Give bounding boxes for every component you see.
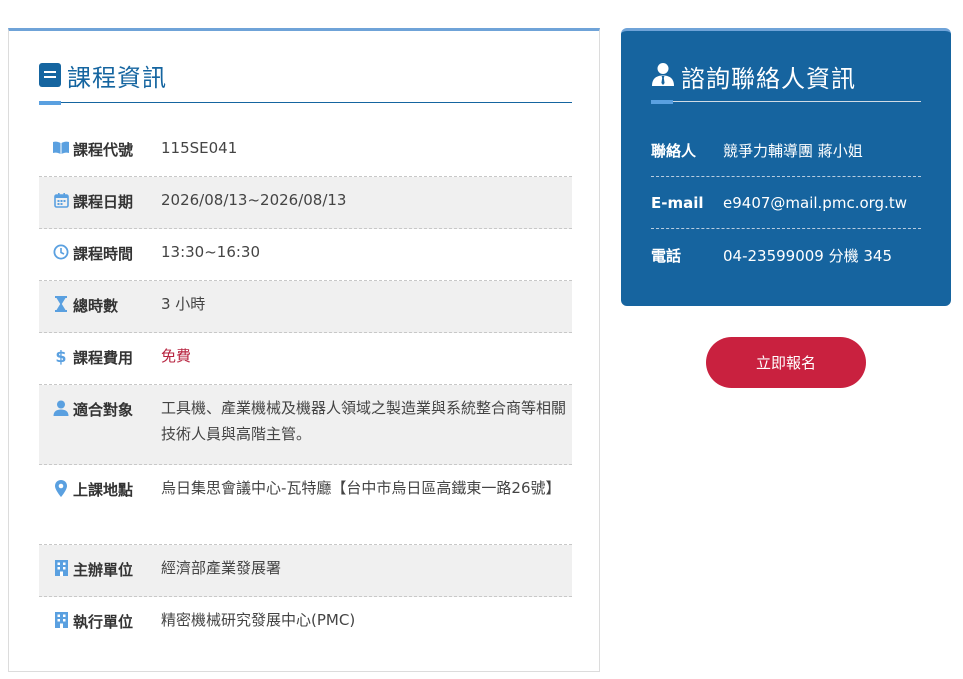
row-course-date: 課程日期 2026/08/13~2026/08/13 — [39, 177, 572, 229]
contact-person-icon — [651, 62, 675, 90]
course-info-header: 課程資訊 — [39, 59, 167, 92]
course-code-value: 115SE041 — [161, 139, 238, 157]
row-course-fee: $ 課程費用 免費 — [39, 333, 572, 385]
contact-row-name: 聯絡人 競爭力輔導團 蔣小姐 — [651, 125, 921, 177]
course-date-value: 2026/08/13~2026/08/13 — [161, 191, 347, 209]
clock-icon — [52, 243, 70, 261]
register-now-button[interactable]: 立即報名 — [706, 337, 866, 388]
map-pin-icon — [52, 479, 70, 497]
contact-table: 聯絡人 競爭力輔導團 蔣小姐 E-mail e9407@mail.pmc.org… — [651, 125, 921, 281]
row-label: 適合對象 — [73, 401, 134, 419]
contact-row-email: E-mail e9407@mail.pmc.org.tw — [651, 177, 921, 229]
row-location: 上課地點 烏日集思會議中心-瓦特廳【台中市烏日區高鐵東一路26號】 — [39, 465, 572, 545]
course-fee-value: 免費 — [161, 347, 192, 365]
target-audience-value: 工具機、產業機械及機器人領域之製造業與系統整合商等相關技術人員與高階主管。 — [161, 399, 567, 443]
building-icon — [52, 611, 70, 629]
course-info-table: 課程代號 115SE041 課程日期 2026/08/13~2026/08/13… — [39, 125, 572, 649]
total-hours-value: 3 小時 — [161, 295, 206, 313]
contact-title: 諮詢聯絡人資訊 — [681, 64, 856, 93]
hourglass-icon — [52, 295, 70, 313]
open-book-icon — [52, 139, 70, 157]
dollar-icon: $ — [55, 346, 67, 366]
contact-label: 電話 — [651, 246, 682, 265]
contact-header: 諮詢聯絡人資訊 — [651, 61, 856, 93]
course-info-panel: 課程資訊 課程代號 115SE041 課程日期 2026/08/13~2026/… — [8, 28, 600, 672]
row-label: 主辦單位 — [73, 561, 134, 579]
user-icon — [52, 399, 70, 417]
contact-divider — [651, 101, 921, 102]
row-label: 上課地點 — [73, 481, 134, 499]
row-total-hours: 總時數 3 小時 — [39, 281, 572, 333]
title-divider — [39, 102, 572, 103]
contact-accent-bar — [651, 100, 673, 104]
row-organizer: 主辦單位 經濟部產業發展署 — [39, 545, 572, 597]
row-executor: 執行單位 精密機械研究發展中心(PMC) — [39, 597, 572, 649]
contact-email-value[interactable]: e9407@mail.pmc.org.tw — [723, 194, 921, 212]
row-label: 課程代號 — [73, 141, 134, 159]
building-icon — [52, 559, 70, 577]
row-label: 課程日期 — [73, 193, 134, 211]
row-label: 課程費用 — [73, 349, 134, 367]
contact-panel: 諮詢聯絡人資訊 聯絡人 競爭力輔導團 蔣小姐 E-mail e9407@mail… — [621, 28, 951, 306]
contact-phone-value: 04-23599009 分機 345 — [723, 246, 893, 265]
title-accent-bar — [39, 101, 61, 105]
organizer-value: 經濟部產業發展署 — [161, 559, 282, 577]
location-value: 烏日集思會議中心-瓦特廳【台中市烏日區高鐵東一路26號】 — [161, 479, 561, 497]
course-time-value: 13:30~16:30 — [161, 243, 261, 261]
row-label: 課程時間 — [73, 245, 134, 263]
contact-label: E-mail — [651, 193, 704, 212]
row-label: 執行單位 — [73, 613, 134, 631]
row-course-time: 課程時間 13:30~16:30 — [39, 229, 572, 281]
course-info-title: 課程資訊 — [67, 63, 167, 92]
calendar-icon — [52, 191, 70, 209]
contact-name-value: 競爭力輔導團 蔣小姐 — [723, 142, 863, 160]
book-icon — [39, 63, 61, 87]
row-target-audience: 適合對象 工具機、產業機械及機器人領域之製造業與系統整合商等相關技術人員與高階主… — [39, 385, 572, 465]
contact-row-phone: 電話 04-23599009 分機 345 — [651, 229, 921, 281]
row-label: 總時數 — [73, 297, 119, 315]
row-course-code: 課程代號 115SE041 — [39, 125, 572, 177]
executor-value: 精密機械研究發展中心(PMC) — [161, 611, 356, 629]
contact-label: 聯絡人 — [651, 142, 697, 160]
